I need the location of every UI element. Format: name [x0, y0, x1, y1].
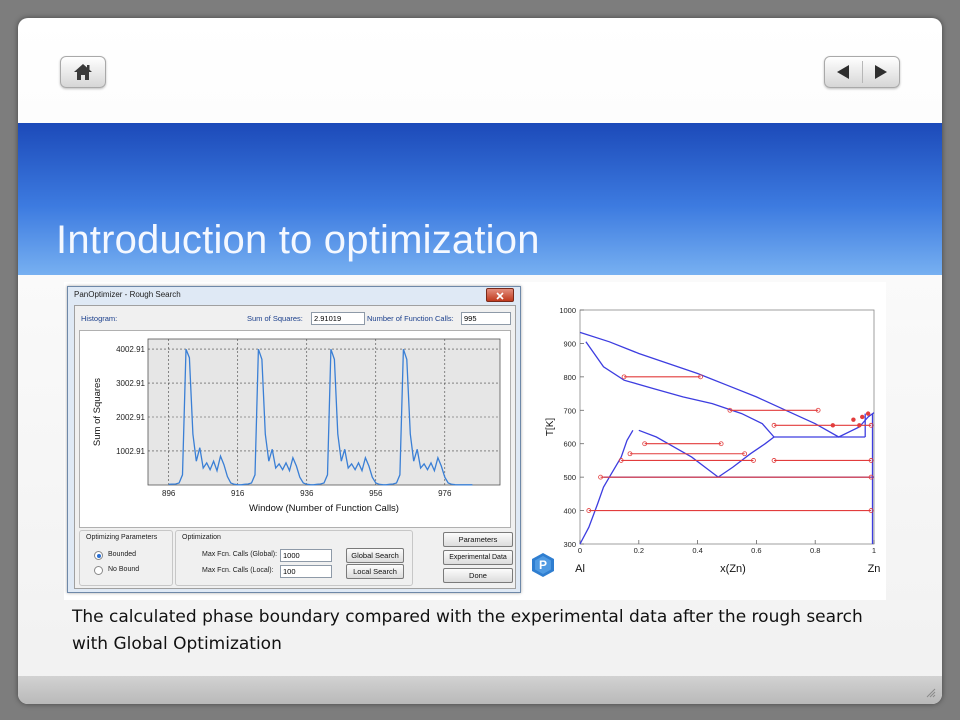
- experimental-point: [830, 423, 836, 428]
- phase-x-tick-label: 0.6: [751, 546, 761, 555]
- slide-pager: [824, 56, 900, 88]
- experimental-data-button[interactable]: Experimental Data: [443, 550, 513, 565]
- phase-y-tick-label: 1000: [559, 306, 576, 315]
- no-bound-radio[interactable]: [94, 566, 103, 575]
- function-calls-field[interactable]: 995: [461, 312, 511, 325]
- resize-grip-icon: [926, 688, 936, 698]
- no-bound-label: No Bound: [108, 566, 140, 573]
- experimental-point: [857, 423, 862, 428]
- slide-caption: The calculated phase boundary compared w…: [72, 607, 863, 654]
- next-slide-button[interactable]: [863, 57, 899, 87]
- histogram-x-tick-label: 976: [438, 489, 452, 498]
- phase-x-tick-label: 1: [872, 546, 876, 555]
- histogram-plot-panel: 896 916 936 956 976 4002.91 3002.91 2002.91 1002…: [79, 330, 511, 528]
- pandat-logo-icon: P: [532, 553, 554, 577]
- window-title: PanOptimizer - Rough Search: [74, 290, 181, 299]
- phase-diagram-chart: 300 400 500 600 700 800 900 1000 0 0.2 0.4 0.6 0.8 1 T…: [545, 306, 881, 575]
- histogram-x-tick-label: 936: [300, 489, 314, 498]
- phase-left-element-label: Al: [575, 563, 585, 575]
- close-icon: [496, 292, 504, 300]
- histogram-x-axis-label: Window (Number of Function Calls): [249, 503, 399, 514]
- experimental-point: [860, 414, 865, 420]
- phase-y-tick-label: 500: [563, 473, 576, 482]
- home-icon: [74, 64, 92, 80]
- phase-y-tick-label: 300: [563, 540, 576, 549]
- phase-y-tick-label: 700: [563, 406, 576, 415]
- max-local-field[interactable]: 100: [280, 565, 332, 578]
- optimization-label: Optimization: [182, 534, 221, 541]
- phase-y-tick-label: 900: [563, 339, 576, 348]
- slide-footer: [18, 676, 942, 704]
- phase-x-tick-label: 0.2: [634, 546, 644, 555]
- sum-of-squares-field[interactable]: 2.91019: [311, 312, 365, 325]
- optimization-group: Optimization Max Fcn. Calls (Global): 10…: [175, 530, 413, 586]
- phase-right-element-label: Zn: [868, 563, 881, 575]
- phase-diagram-panel: 300 400 500 600 700 800 900 1000 0 0.2 0.4 0.6 0.8 1 T…: [522, 286, 886, 580]
- slide-title: Introduction to optimization: [56, 218, 540, 262]
- function-calls-label: Number of Function Calls:: [367, 314, 454, 323]
- triangle-right-icon: [875, 65, 887, 79]
- histogram-plot-area: [147, 338, 501, 486]
- histogram-x-tick-label: 916: [231, 489, 245, 498]
- histogram-y-tick-label: 4002.91: [116, 345, 145, 354]
- phase-x-tick-label: 0.8: [810, 546, 820, 555]
- phase-y-axis-label: T[K]: [545, 418, 556, 437]
- svg-text:P: P: [539, 558, 547, 572]
- previous-slide-button[interactable]: [825, 57, 862, 87]
- experimental-point: [851, 417, 856, 422]
- panoptimizer-window: PanOptimizer - Rough Search Histogram: S…: [67, 286, 521, 593]
- histogram-y-axis-label: Sum of Squares: [92, 378, 103, 446]
- phase-plot-area: [579, 309, 875, 545]
- home-button[interactable]: [60, 56, 106, 88]
- phase-y-tick-label: 800: [563, 373, 576, 382]
- window-close-button[interactable]: [486, 288, 514, 302]
- global-search-button[interactable]: Global Search: [346, 548, 404, 563]
- done-button[interactable]: Done: [443, 568, 513, 583]
- window-content: Histogram: Sum of Squares: 2.91019 Numbe…: [74, 305, 516, 589]
- experimental-point: [865, 411, 871, 416]
- histogram-y-tick-label: 2002.91: [116, 413, 145, 422]
- histogram-x-tick-label: 896: [162, 489, 176, 498]
- histogram-y-tick-label: 3002.91: [116, 379, 145, 388]
- phase-x-axis-label: x(Zn): [720, 563, 746, 575]
- max-local-label: Max Fcn. Calls (Local):: [202, 567, 274, 574]
- parameters-button[interactable]: Parameters: [443, 532, 513, 547]
- max-global-label: Max Fcn. Calls (Global):: [202, 551, 278, 558]
- optimizing-parameters-group: Optimizing Parameters Bounded No Bound: [79, 530, 173, 586]
- phase-x-tick-label: 0.4: [692, 546, 702, 555]
- phase-y-tick-label: 400: [563, 507, 576, 516]
- phase-y-tick-label: 600: [563, 440, 576, 449]
- histogram-chart: 896 916 936 956 976 4002.91 3002.91 2002.91 1002…: [92, 338, 501, 514]
- sum-of-squares-label: Sum of Squares:: [247, 314, 303, 323]
- triangle-left-icon: [837, 65, 849, 79]
- bounded-label: Bounded: [108, 551, 137, 558]
- bounded-radio[interactable]: [94, 551, 103, 560]
- histogram-label: Histogram:: [81, 314, 118, 323]
- max-global-field[interactable]: 1000: [280, 549, 332, 562]
- local-search-button[interactable]: Local Search: [346, 564, 404, 579]
- histogram-x-tick-label: 956: [369, 489, 383, 498]
- optimizing-parameters-label: Optimizing Parameters: [86, 534, 158, 541]
- histogram-y-tick-label: 1002.91: [116, 447, 145, 456]
- phase-x-tick-label: 0: [578, 546, 582, 555]
